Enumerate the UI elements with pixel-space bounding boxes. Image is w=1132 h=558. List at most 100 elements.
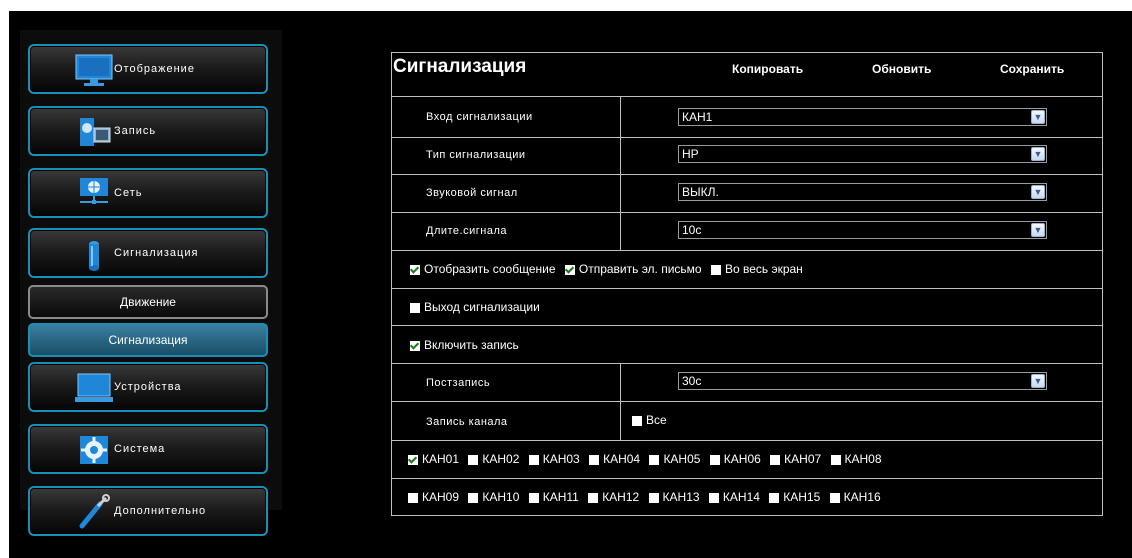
channel-label: КАН03: [542, 452, 580, 466]
all-channels-row: Все: [632, 413, 667, 427]
alarm-type-select[interactable]: НР ▼: [678, 145, 1047, 163]
channel-label: КАН08: [844, 452, 882, 466]
sidebar-item-label: Устройства: [114, 381, 182, 393]
network-icon: [80, 178, 108, 204]
channel-checkbox[interactable]: [708, 492, 719, 503]
channel-checkbox[interactable]: [468, 492, 479, 503]
divider: [391, 137, 1103, 138]
sidebar-item-label: Сигнализация: [114, 247, 199, 259]
divider: [391, 363, 1103, 364]
channel-checkbox[interactable]: [769, 492, 780, 503]
channel-label: КАН15: [783, 490, 821, 504]
sound-select[interactable]: ВЫКЛ. ▼: [678, 183, 1047, 201]
channel-label: КАН02: [482, 452, 520, 466]
fullscreen-checkbox[interactable]: [710, 264, 721, 275]
enable-record-row: Включить запись: [410, 338, 519, 352]
channel-label: КАН05: [663, 452, 701, 466]
sidebar-item-system[interactable]: Система: [28, 424, 268, 474]
divider: [391, 401, 1103, 402]
send-email-label: Отправить эл. письмо: [578, 262, 702, 276]
channel-label: КАН10: [482, 490, 520, 504]
channel-label: КАН11: [542, 490, 579, 504]
sidebar-item-label: Отображение: [114, 63, 195, 75]
channel-checkbox[interactable]: [589, 454, 600, 465]
sidebar-item-label: Система: [114, 443, 166, 455]
all-channels-label: Все: [646, 413, 667, 427]
channel-row-2: КАН09 КАН10 КАН11 КАН12 КАН13 КАН14 КАН1…: [408, 490, 887, 504]
channel-label: КАН13: [662, 490, 700, 504]
sidebar-item-advanced[interactable]: Дополнительно: [28, 486, 268, 536]
channel-checkbox[interactable]: [709, 454, 720, 465]
column-divider: [620, 96, 621, 250]
alarm-input-label: Вход сигнализации: [426, 111, 533, 123]
channel-row-1: КАН01 КАН02 КАН03 КАН04 КАН05 КАН06 КАН0…: [408, 452, 888, 466]
post-record-select[interactable]: 30с ▼: [678, 372, 1047, 390]
sidebar-subitem-alarm[interactable]: Сигнализация: [28, 323, 268, 357]
alarm-icon: [89, 241, 99, 271]
post-record-label: Постзапись: [426, 377, 491, 389]
divider: [391, 250, 1103, 251]
chevron-down-icon[interactable]: ▼: [1031, 223, 1045, 237]
tools-icon: [79, 494, 110, 529]
column-divider: [620, 363, 621, 440]
channel-label: КАН09: [422, 490, 460, 504]
channel-label: КАН01: [422, 452, 460, 466]
channel-label: КАН04: [603, 452, 641, 466]
sidebar-item-devices[interactable]: Устройства: [28, 362, 268, 412]
chevron-down-icon[interactable]: ▼: [1031, 374, 1045, 388]
channel-checkbox[interactable]: [830, 454, 841, 465]
page-title: Сигнализация: [393, 56, 527, 77]
system-gear-icon: [80, 436, 108, 464]
sidebar-item-network[interactable]: Сеть: [28, 168, 268, 218]
alarm-output-row: Выход сигнализации: [410, 300, 540, 314]
duration-value: 10с: [682, 223, 702, 237]
record-icon: [80, 118, 111, 146]
divider: [391, 174, 1103, 175]
divider: [391, 288, 1103, 289]
sidebar-item-display[interactable]: Отображение: [28, 44, 268, 94]
channel-label: КАН12: [602, 490, 640, 504]
send-email-checkbox[interactable]: [564, 264, 575, 275]
duration-label: Длите.сигнала: [426, 225, 507, 237]
alarm-output-checkbox[interactable]: [410, 302, 420, 313]
channel-checkbox[interactable]: [588, 492, 599, 503]
sidebar-item-label: Запись: [114, 125, 157, 137]
alarm-type-value: НР: [682, 147, 699, 161]
divider: [391, 212, 1103, 213]
show-message-checkbox[interactable]: [410, 264, 420, 275]
chevron-down-icon[interactable]: ▼: [1031, 185, 1045, 199]
sidebar-item-record[interactable]: Запись: [28, 106, 268, 156]
monitor-icon: [75, 54, 113, 86]
channel-checkbox[interactable]: [770, 454, 781, 465]
all-channels-checkbox[interactable]: [632, 415, 642, 426]
channel-checkbox[interactable]: [829, 492, 840, 503]
alarm-input-value: КАН1: [682, 110, 713, 124]
copy-button[interactable]: Копировать: [732, 62, 803, 76]
channel-checkbox[interactable]: [468, 454, 479, 465]
channel-checkbox[interactable]: [528, 454, 539, 465]
chevron-down-icon[interactable]: ▼: [1031, 110, 1045, 124]
duration-select[interactable]: 10с ▼: [678, 221, 1047, 239]
divider: [391, 325, 1103, 326]
channel-checkbox[interactable]: [408, 492, 418, 503]
save-button[interactable]: Сохранить: [1000, 62, 1064, 76]
channel-checkbox[interactable]: [649, 454, 660, 465]
enable-record-checkbox[interactable]: [410, 340, 420, 351]
sidebar-item-alarm[interactable]: Сигнализация: [28, 228, 268, 278]
channel-label: КАН06: [723, 452, 761, 466]
fullscreen-label: Во весь экран: [724, 262, 803, 276]
channel-label: КАН16: [843, 490, 881, 504]
sidebar-item-label: Сеть: [114, 187, 143, 199]
sidebar-subitem-motion[interactable]: Движение: [28, 285, 268, 319]
channel-checkbox[interactable]: [528, 492, 539, 503]
sidebar-subitem-label: Движение: [120, 295, 176, 309]
alarm-input-select[interactable]: КАН1 ▼: [678, 108, 1047, 126]
refresh-button[interactable]: Обновить: [872, 62, 931, 76]
alarm-output-label: Выход сигнализации: [424, 300, 540, 314]
channel-checkbox[interactable]: [648, 492, 659, 503]
enable-record-label: Включить запись: [424, 338, 519, 352]
channel-label: КАН14: [722, 490, 760, 504]
channel-record-label: Запись канала: [426, 416, 508, 428]
channel-checkbox[interactable]: [408, 454, 418, 465]
chevron-down-icon[interactable]: ▼: [1031, 147, 1045, 161]
